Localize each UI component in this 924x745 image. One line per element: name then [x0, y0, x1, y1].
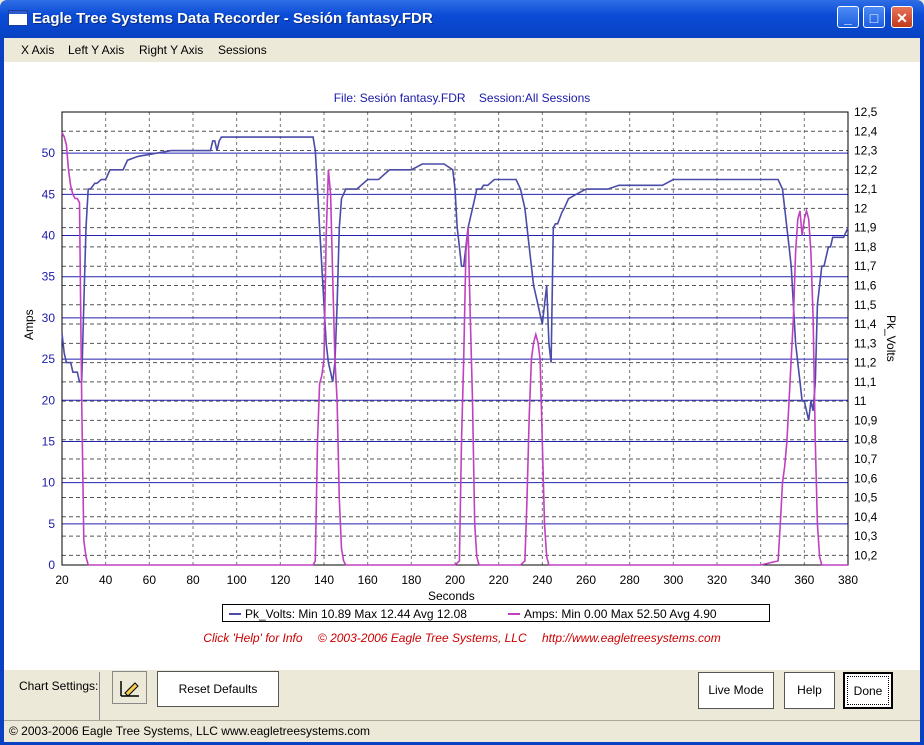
x-tick-label: 320: [707, 573, 727, 587]
x-tick-label: 220: [489, 573, 509, 587]
legend-volts-text: Pk_Volts: Min 10.89 Max 12.44 Avg 12.08: [245, 607, 467, 621]
x-tick-label: 120: [270, 573, 290, 587]
x-tick-label: 60: [143, 573, 157, 587]
y-axis-right-label: Pk_Volts: [884, 315, 898, 362]
x-tick-label: 80: [186, 573, 200, 587]
y-right-tick-label: 10,5: [854, 491, 878, 505]
live-mode-button[interactable]: Live Mode: [698, 672, 774, 709]
x-tick-label: 20: [55, 573, 69, 587]
chart-settings-button[interactable]: [112, 671, 147, 704]
y-right-tick-label: 11,5: [854, 298, 877, 312]
copyright-text: © 2003-2006 Eagle Tree Systems, LLC: [317, 631, 527, 645]
y-right-tick-label: 11,9: [854, 221, 877, 235]
y-right-tick-label: 10,4: [854, 510, 878, 524]
x-tick-label: 200: [445, 573, 465, 587]
y-right-tick-label: 10,9: [854, 413, 878, 427]
x-tick-label: 40: [99, 573, 113, 587]
y-left-tick-label: 40: [42, 229, 56, 243]
y-left-tick-label: 45: [42, 187, 56, 201]
x-tick-label: 240: [532, 573, 552, 587]
x-tick-label: 300: [663, 573, 683, 587]
y-right-tick-label: 11,4: [854, 317, 877, 331]
x-tick-label: 340: [751, 573, 771, 587]
y-right-tick-label: 12,1: [854, 182, 878, 196]
x-tick-label: 380: [838, 573, 858, 587]
y-left-tick-label: 30: [42, 311, 56, 325]
y-right-tick-label: 12,4: [854, 124, 878, 138]
y-left-tick-label: 35: [42, 270, 56, 284]
y-right-tick-label: 12,5: [854, 105, 878, 119]
y-right-tick-label: 10,6: [854, 471, 878, 485]
pencil-icon: [119, 681, 139, 697]
status-bar: © 2003-2006 Eagle Tree Systems, LLC www.…: [4, 720, 920, 743]
x-tick-label: 140: [314, 573, 334, 587]
x-tick-label: 100: [227, 573, 247, 587]
y-right-tick-label: 12,3: [854, 144, 878, 158]
reset-defaults-button[interactable]: Reset Defaults: [157, 671, 279, 707]
y-right-tick-label: 11,2: [854, 356, 877, 370]
chart-settings-label: Chart Settings:: [19, 679, 99, 693]
legend-amps-swatch: [508, 613, 520, 615]
y-left-tick-label: 5: [48, 517, 55, 531]
y-right-tick-label: 10,7: [854, 452, 878, 466]
x-tick-label: 180: [401, 573, 421, 587]
y-right-tick-label: 12,2: [854, 163, 878, 177]
y-right-tick-label: 11,6: [854, 278, 877, 292]
x-tick-label: 360: [794, 573, 814, 587]
y-left-tick-label: 25: [42, 352, 56, 366]
window-frame-right: [920, 38, 924, 745]
y-right-tick-label: 11: [854, 394, 867, 408]
y-right-tick-label: 11,7: [854, 259, 877, 273]
y-left-tick-label: 10: [42, 476, 56, 490]
status-text: © 2003-2006 Eagle Tree Systems, LLC www.…: [9, 724, 371, 738]
y-axis-left-label: Amps: [22, 309, 36, 340]
y-right-tick-label: 10,2: [854, 548, 878, 562]
x-axis-label: Seconds: [428, 589, 475, 603]
x-tick-label: 260: [576, 573, 596, 587]
legend-volts-swatch: [229, 613, 241, 615]
legend-amps-text: Amps: Min 0.00 Max 52.50 Avg 4.90: [524, 607, 717, 621]
done-button[interactable]: Done: [843, 672, 893, 709]
y-right-tick-label: 12: [854, 201, 868, 215]
x-tick-label: 160: [358, 573, 378, 587]
chart-legend: Pk_Volts: Min 10.89 Max 12.44 Avg 12.08 …: [222, 604, 770, 622]
x-tick-label: 280: [620, 573, 640, 587]
y-left-tick-label: 0: [48, 558, 55, 572]
y-right-tick-label: 11,8: [854, 240, 877, 254]
chart-settings-group: Chart Settings:: [11, 672, 100, 721]
y-left-tick-label: 15: [42, 434, 56, 448]
y-right-tick-label: 11,3: [854, 336, 877, 350]
y-right-tick-label: 10,3: [854, 529, 878, 543]
window-frame-left: [0, 38, 4, 745]
y-left-tick-label: 20: [42, 393, 56, 407]
website-link[interactable]: http://www.eagletreesystems.com: [542, 631, 721, 645]
y-right-tick-label: 10,8: [854, 433, 878, 447]
credits-line: Click 'Help' for Info © 2003-2006 Eagle …: [0, 631, 924, 645]
help-button[interactable]: Help: [784, 672, 835, 709]
y-right-tick-label: 11,1: [854, 375, 877, 389]
y-left-tick-label: 50: [42, 146, 56, 160]
help-hint: Click 'Help' for Info: [203, 631, 303, 645]
